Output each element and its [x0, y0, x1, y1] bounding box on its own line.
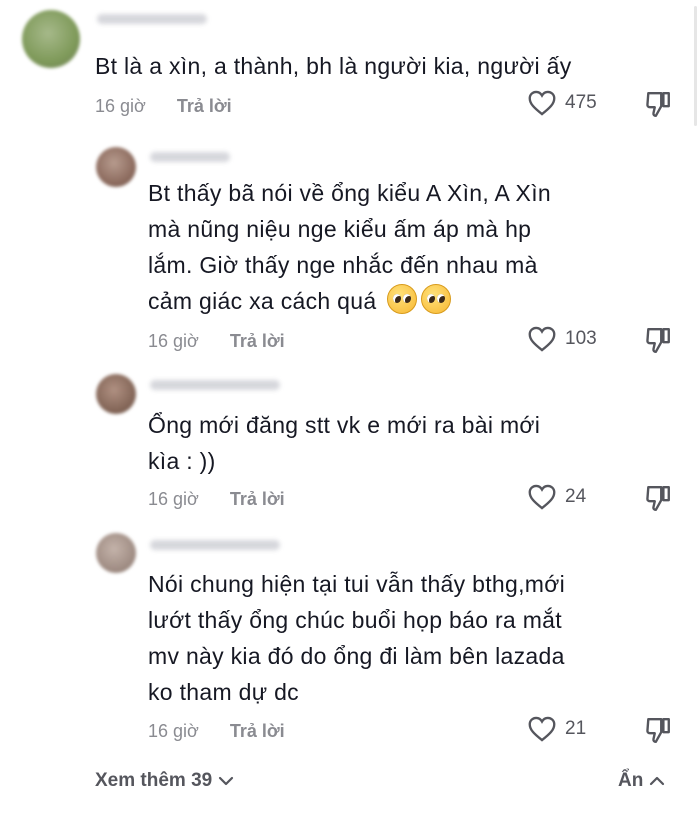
like-count: 103 [565, 328, 597, 349]
heart-icon [528, 326, 556, 352]
comment-text-line: lướt thấy ổng chúc buổi họp báo ra mắt [148, 607, 562, 633]
like-button[interactable]: 21 [528, 716, 586, 742]
avatar[interactable] [22, 10, 80, 68]
comment-text-line: lắm. Giờ thấy nge nhắc đến nhau mà [148, 252, 538, 278]
comment-meta: 16 giờ Trả lời [148, 489, 285, 510]
like-button[interactable]: 24 [528, 484, 586, 510]
reply-button[interactable]: Trả lời [230, 331, 285, 352]
comment-text-line: mà nũng niệu nge kiểu ấm áp mà hp [148, 216, 532, 242]
heart-icon [528, 484, 556, 510]
comment-text: Ổng mới đăng stt vk e mới ra bài mới kìa… [148, 407, 540, 479]
thumbs-down-icon [646, 92, 670, 118]
like-button[interactable]: 475 [528, 90, 597, 116]
comment-text-line: kìa : )) [148, 448, 216, 474]
comment-time: 16 giờ [148, 721, 199, 741]
username[interactable] [150, 540, 280, 550]
comment-text: Bt thấy bã nói về ổng kiểu A Xìn, A Xìn … [148, 175, 551, 319]
reply-button[interactable]: Trả lời [230, 721, 285, 742]
dislike-button[interactable] [645, 484, 671, 517]
comment-time: 16 giờ [148, 331, 199, 351]
comment-text-line: Ổng mới đăng stt vk e mới ra bài mới [148, 412, 541, 438]
hide-replies-button[interactable]: Ẩn [618, 770, 665, 792]
thumbs-down-icon [646, 328, 670, 354]
like-count: 475 [565, 92, 597, 113]
like-button[interactable]: 103 [528, 326, 597, 352]
reply-button[interactable]: Trả lời [177, 96, 232, 117]
dislike-button[interactable] [645, 326, 671, 359]
username[interactable] [150, 152, 230, 162]
chevron-up-icon [650, 776, 665, 786]
username[interactable] [150, 380, 280, 390]
comment-meta: 16 giờ Trả lời [95, 96, 232, 117]
heart-icon [528, 90, 556, 116]
pleading-face-icon [421, 284, 452, 314]
scrollbar[interactable] [694, 6, 697, 126]
view-more-label: Xem thêm 39 [95, 770, 213, 791]
avatar[interactable] [96, 147, 136, 187]
username[interactable] [97, 14, 207, 24]
thumbs-down-icon [646, 486, 670, 512]
comment-text-line: Bt thấy bã nói về ổng kiểu A Xìn, A Xìn [148, 180, 551, 206]
dislike-button[interactable] [645, 90, 671, 123]
reply-button[interactable]: Trả lời [230, 489, 285, 510]
avatar[interactable] [96, 374, 136, 414]
comment-time: 16 giờ [95, 96, 146, 116]
dislike-button[interactable] [645, 716, 671, 749]
comment-time: 16 giờ [148, 489, 199, 509]
comment-meta: 16 giờ Trả lời [148, 331, 285, 352]
comment-text-line: mv này kia đó do ổng đi làm bên lazada [148, 643, 565, 669]
pleading-face-icon [387, 284, 418, 314]
heart-icon [528, 716, 556, 742]
comment-text-line: ko tham dự dc [148, 679, 299, 705]
like-count: 21 [565, 718, 587, 739]
comment-meta: 16 giờ Trả lời [148, 721, 285, 742]
chevron-down-icon [219, 776, 234, 786]
thumbs-down-icon [646, 718, 670, 744]
comment-text-line: Nói chung hiện tại tui vẫn thấy bthg,mới [148, 571, 566, 597]
avatar[interactable] [96, 533, 136, 573]
view-more-replies-button[interactable]: Xem thêm 39 [95, 770, 234, 792]
comment-text-line: cảm giác xa cách quá [148, 288, 377, 314]
comment-text: Nói chung hiện tại tui vẫn thấy bthg,mới… [148, 566, 565, 710]
like-count: 24 [565, 486, 587, 507]
comment-text: Bt là a xìn, a thành, bh là người kia, n… [95, 53, 572, 79]
hide-label: Ẩn [618, 770, 644, 791]
